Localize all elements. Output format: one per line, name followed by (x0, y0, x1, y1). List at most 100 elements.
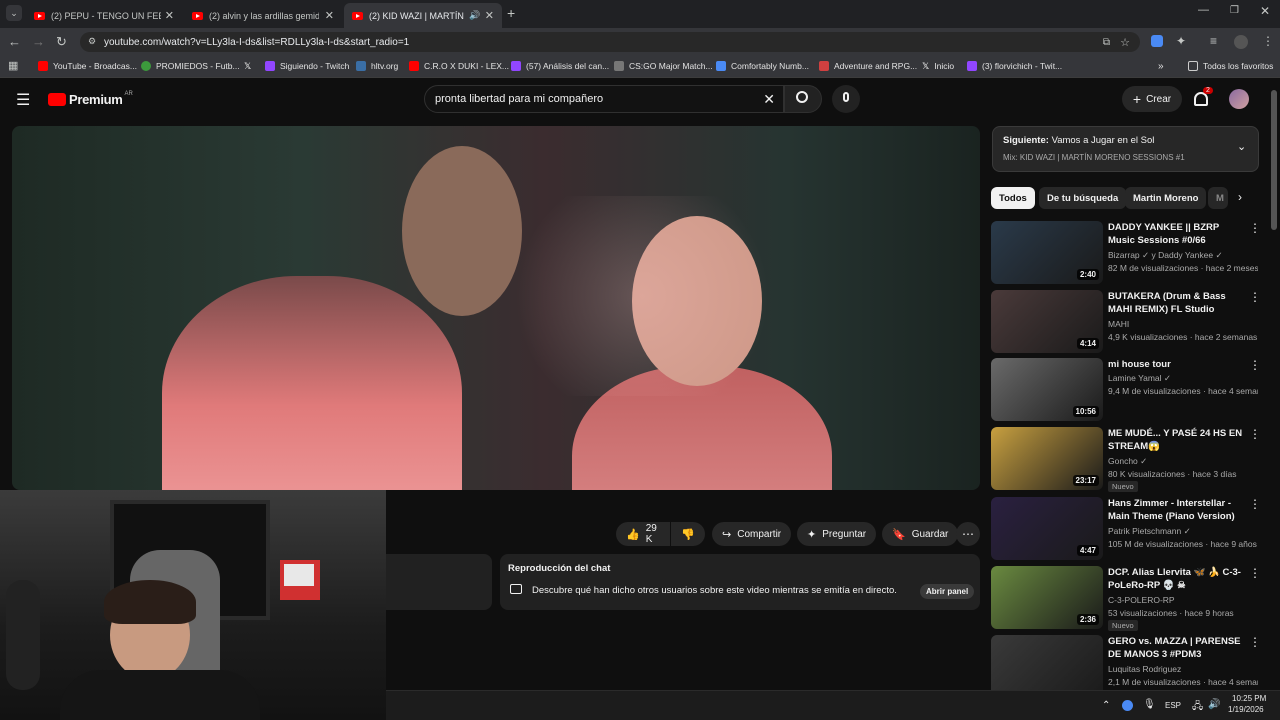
recommendation-item[interactable]: 2:40 DADDY YANKEE || BZRP Music Sessions … (991, 221, 1263, 285)
bookmark-item[interactable]: (57) Análisis del can... (511, 61, 609, 71)
more-vertical-icon[interactable]: ⋮ (1249, 221, 1261, 235)
save-button[interactable]: 🔖 Guardar (882, 522, 959, 546)
forward-icon[interactable]: → (32, 34, 45, 49)
browser-tab-active[interactable]: (2) KID WAZI | MARTÍN MO 🔊 ✕ (344, 3, 502, 28)
reload-icon[interactable]: ↻ (56, 34, 67, 50)
close-tab-icon[interactable]: ✕ (165, 9, 174, 22)
channel-name[interactable]: Goncho ✓ (1108, 456, 1147, 467)
channel-name[interactable]: MAHI (1108, 319, 1129, 329)
youtube-logo[interactable]: Premium AR (48, 91, 133, 107)
video-thumbnail[interactable]: 4:47 (991, 497, 1103, 560)
video-title[interactable]: DCP. Alias Llervita 🦋 🍌 C-3-PoLeRo-RP 💀 … (1108, 566, 1248, 592)
dislike-button[interactable]: 👎 (671, 522, 705, 546)
voice-search-button[interactable] (832, 85, 860, 113)
channel-name[interactable]: Bizarrap ✓ y Daddy Yankee ✓ (1108, 250, 1223, 261)
open-panel-button[interactable]: Abrir panel (920, 584, 975, 599)
recommendation-item[interactable]: 4:14 BUTAKERA (Drum & Bass MAHI REMIX) FL… (991, 290, 1263, 354)
bookmark-star-icon[interactable]: ☆ (1120, 36, 1130, 49)
up-next-panel[interactable]: Siguiente: Vamos a Jugar en el Sol Mix: … (992, 126, 1259, 172)
channel-name[interactable]: Patrik Pietschmann ✓ (1108, 526, 1191, 537)
hamburger-menu-icon[interactable]: ☰ (16, 90, 30, 110)
close-tab-icon[interactable]: ✕ (325, 9, 334, 22)
more-bookmarks-icon[interactable]: » (1158, 61, 1164, 72)
volume-icon[interactable]: 🔊 (1208, 699, 1220, 710)
tray-chevron-icon[interactable]: ⌃ (1102, 700, 1110, 711)
bookmark-item[interactable]: PROMIEDOS - Futb... (141, 61, 240, 71)
video-title[interactable]: BUTAKERA (Drum & Bass MAHI REMIX) FL Stu… (1108, 290, 1248, 317)
extension-icon[interactable] (1151, 35, 1163, 47)
channel-name[interactable]: Luquitas Rodriguez (1108, 664, 1181, 674)
clock-time[interactable]: 10:25 PM (1232, 694, 1266, 703)
more-actions-button[interactable]: ⋯ (956, 522, 980, 546)
clear-search-icon[interactable]: ✕ (763, 91, 775, 108)
chip-from-search[interactable]: De tu búsqueda (1039, 187, 1127, 209)
account-avatar[interactable] (1229, 89, 1249, 109)
more-vertical-icon[interactable]: ⋮ (1249, 497, 1261, 511)
video-title[interactable]: mi house tour (1108, 358, 1248, 371)
video-thumbnail[interactable]: 4:14 (991, 290, 1103, 353)
network-icon[interactable]: 🖧 (1192, 699, 1203, 716)
create-button[interactable]: + Crear (1122, 86, 1182, 112)
site-info-icon[interactable]: ⚙ (88, 36, 96, 47)
speaker-icon[interactable]: 🔊 (469, 10, 480, 21)
chevron-down-icon[interactable]: ⌄ (1237, 140, 1246, 153)
chip-more[interactable]: M (1208, 187, 1228, 209)
video-thumbnail[interactable]: 10:56 (991, 358, 1103, 421)
all-bookmarks-folder[interactable]: Todos los favoritos (1188, 61, 1273, 71)
browser-menu-icon[interactable]: ⋮ (1262, 34, 1274, 48)
tab-search-icon[interactable]: ⌄ (6, 5, 22, 21)
bookmark-item[interactable]: Siguiendo - Twitch (265, 61, 349, 71)
chip-all[interactable]: Todos (991, 187, 1035, 209)
bookmark-item[interactable]: YouTube - Broadcas... (38, 61, 137, 71)
chips-next-icon[interactable]: › (1238, 190, 1242, 204)
description-box[interactable] (386, 554, 492, 610)
back-icon[interactable]: ← (8, 34, 21, 49)
video-thumbnail[interactable]: 2:40 (991, 221, 1103, 284)
mic-tray-icon[interactable]: 🎙 (1143, 699, 1156, 710)
video-thumbnail[interactable]: 2:36 (991, 566, 1103, 629)
more-vertical-icon[interactable]: ⋮ (1249, 566, 1261, 580)
more-vertical-icon[interactable]: ⋮ (1249, 427, 1261, 441)
media-controls-icon[interactable]: ≡ (1210, 34, 1217, 48)
more-vertical-icon[interactable]: ⋮ (1249, 358, 1261, 372)
like-button[interactable]: 👍 29 K (616, 522, 670, 546)
scrollbar[interactable] (1271, 90, 1277, 230)
restore-icon[interactable]: ❐ (1230, 5, 1239, 16)
channel-name[interactable]: C-3-POLERO-RP (1108, 595, 1175, 605)
browser-tab[interactable]: (2) PEPU - TENGO UN FEELING ✕ (26, 3, 182, 28)
share-button[interactable]: ↪ Compartir (712, 522, 792, 546)
video-player[interactable] (12, 126, 980, 490)
video-title[interactable]: ME MUDÉ... Y PASÉ 24 HS EN STREAM😱 (1108, 427, 1248, 453)
search-button[interactable] (784, 85, 822, 113)
recommendation-item[interactable]: 10:56 mi house tour Lamine Yamal ✓ 9,4 M de… (991, 358, 1263, 422)
bookmark-item[interactable]: hltv.org (356, 61, 398, 71)
recommendation-item[interactable]: 2:36 DCP. Alias Llervita 🦋 🍌 C-3-PoLeRo-R… (991, 566, 1263, 631)
video-thumbnail[interactable]: 23:17 (991, 427, 1103, 490)
recommendation-item[interactable]: 4:47 Hans Zimmer - Interstellar - Main Th… (991, 497, 1263, 561)
bookmark-item[interactable]: 𝕏 Inicio (922, 61, 954, 71)
install-icon[interactable]: ⧉ (1103, 37, 1110, 48)
recommendation-item[interactable]: 23:17 ME MUDÉ... Y PASÉ 24 HS EN STREAM😱 G… (991, 427, 1263, 492)
more-vertical-icon[interactable]: ⋮ (1249, 290, 1261, 304)
bookmark-item[interactable]: Adventure and RPG... (819, 61, 917, 71)
more-vertical-icon[interactable]: ⋮ (1249, 635, 1261, 649)
video-title[interactable]: DADDY YANKEE || BZRP Music Sessions #0/6… (1108, 221, 1248, 247)
close-window-icon[interactable]: ✕ (1260, 4, 1270, 18)
search-input[interactable]: pronta libertad para mi compañero ✕ (424, 85, 784, 113)
steam-icon[interactable] (1122, 700, 1133, 711)
apps-grid-icon[interactable]: ▦ (8, 59, 18, 72)
new-tab-icon[interactable]: + (507, 5, 515, 21)
browser-tab[interactable]: (2) alvin y las ardillas gemidos ✕ (184, 3, 342, 28)
ask-button[interactable]: ✦ Preguntar (797, 522, 877, 546)
minimize-icon[interactable]: — (1198, 4, 1209, 16)
clock-date[interactable]: 1/19/2026 (1228, 705, 1264, 714)
video-thumbnail[interactable] (991, 635, 1103, 698)
profile-avatar[interactable] (1234, 35, 1248, 49)
url-input[interactable]: ⚙ youtube.com/watch?v=LLy3la-I-ds&list=R… (80, 32, 1140, 52)
bookmark-item[interactable]: Comfortably Numb... (716, 61, 809, 71)
channel-name[interactable]: Lamine Yamal ✓ (1108, 373, 1171, 384)
notifications-button[interactable]: 2 (1192, 87, 1213, 110)
bookmark-item[interactable]: C.R.O X DUKI - LEX... (409, 61, 509, 71)
bookmark-item[interactable]: (3) florvichich - Twit... (967, 61, 1062, 71)
bookmark-item[interactable]: 𝕏 (244, 61, 256, 71)
